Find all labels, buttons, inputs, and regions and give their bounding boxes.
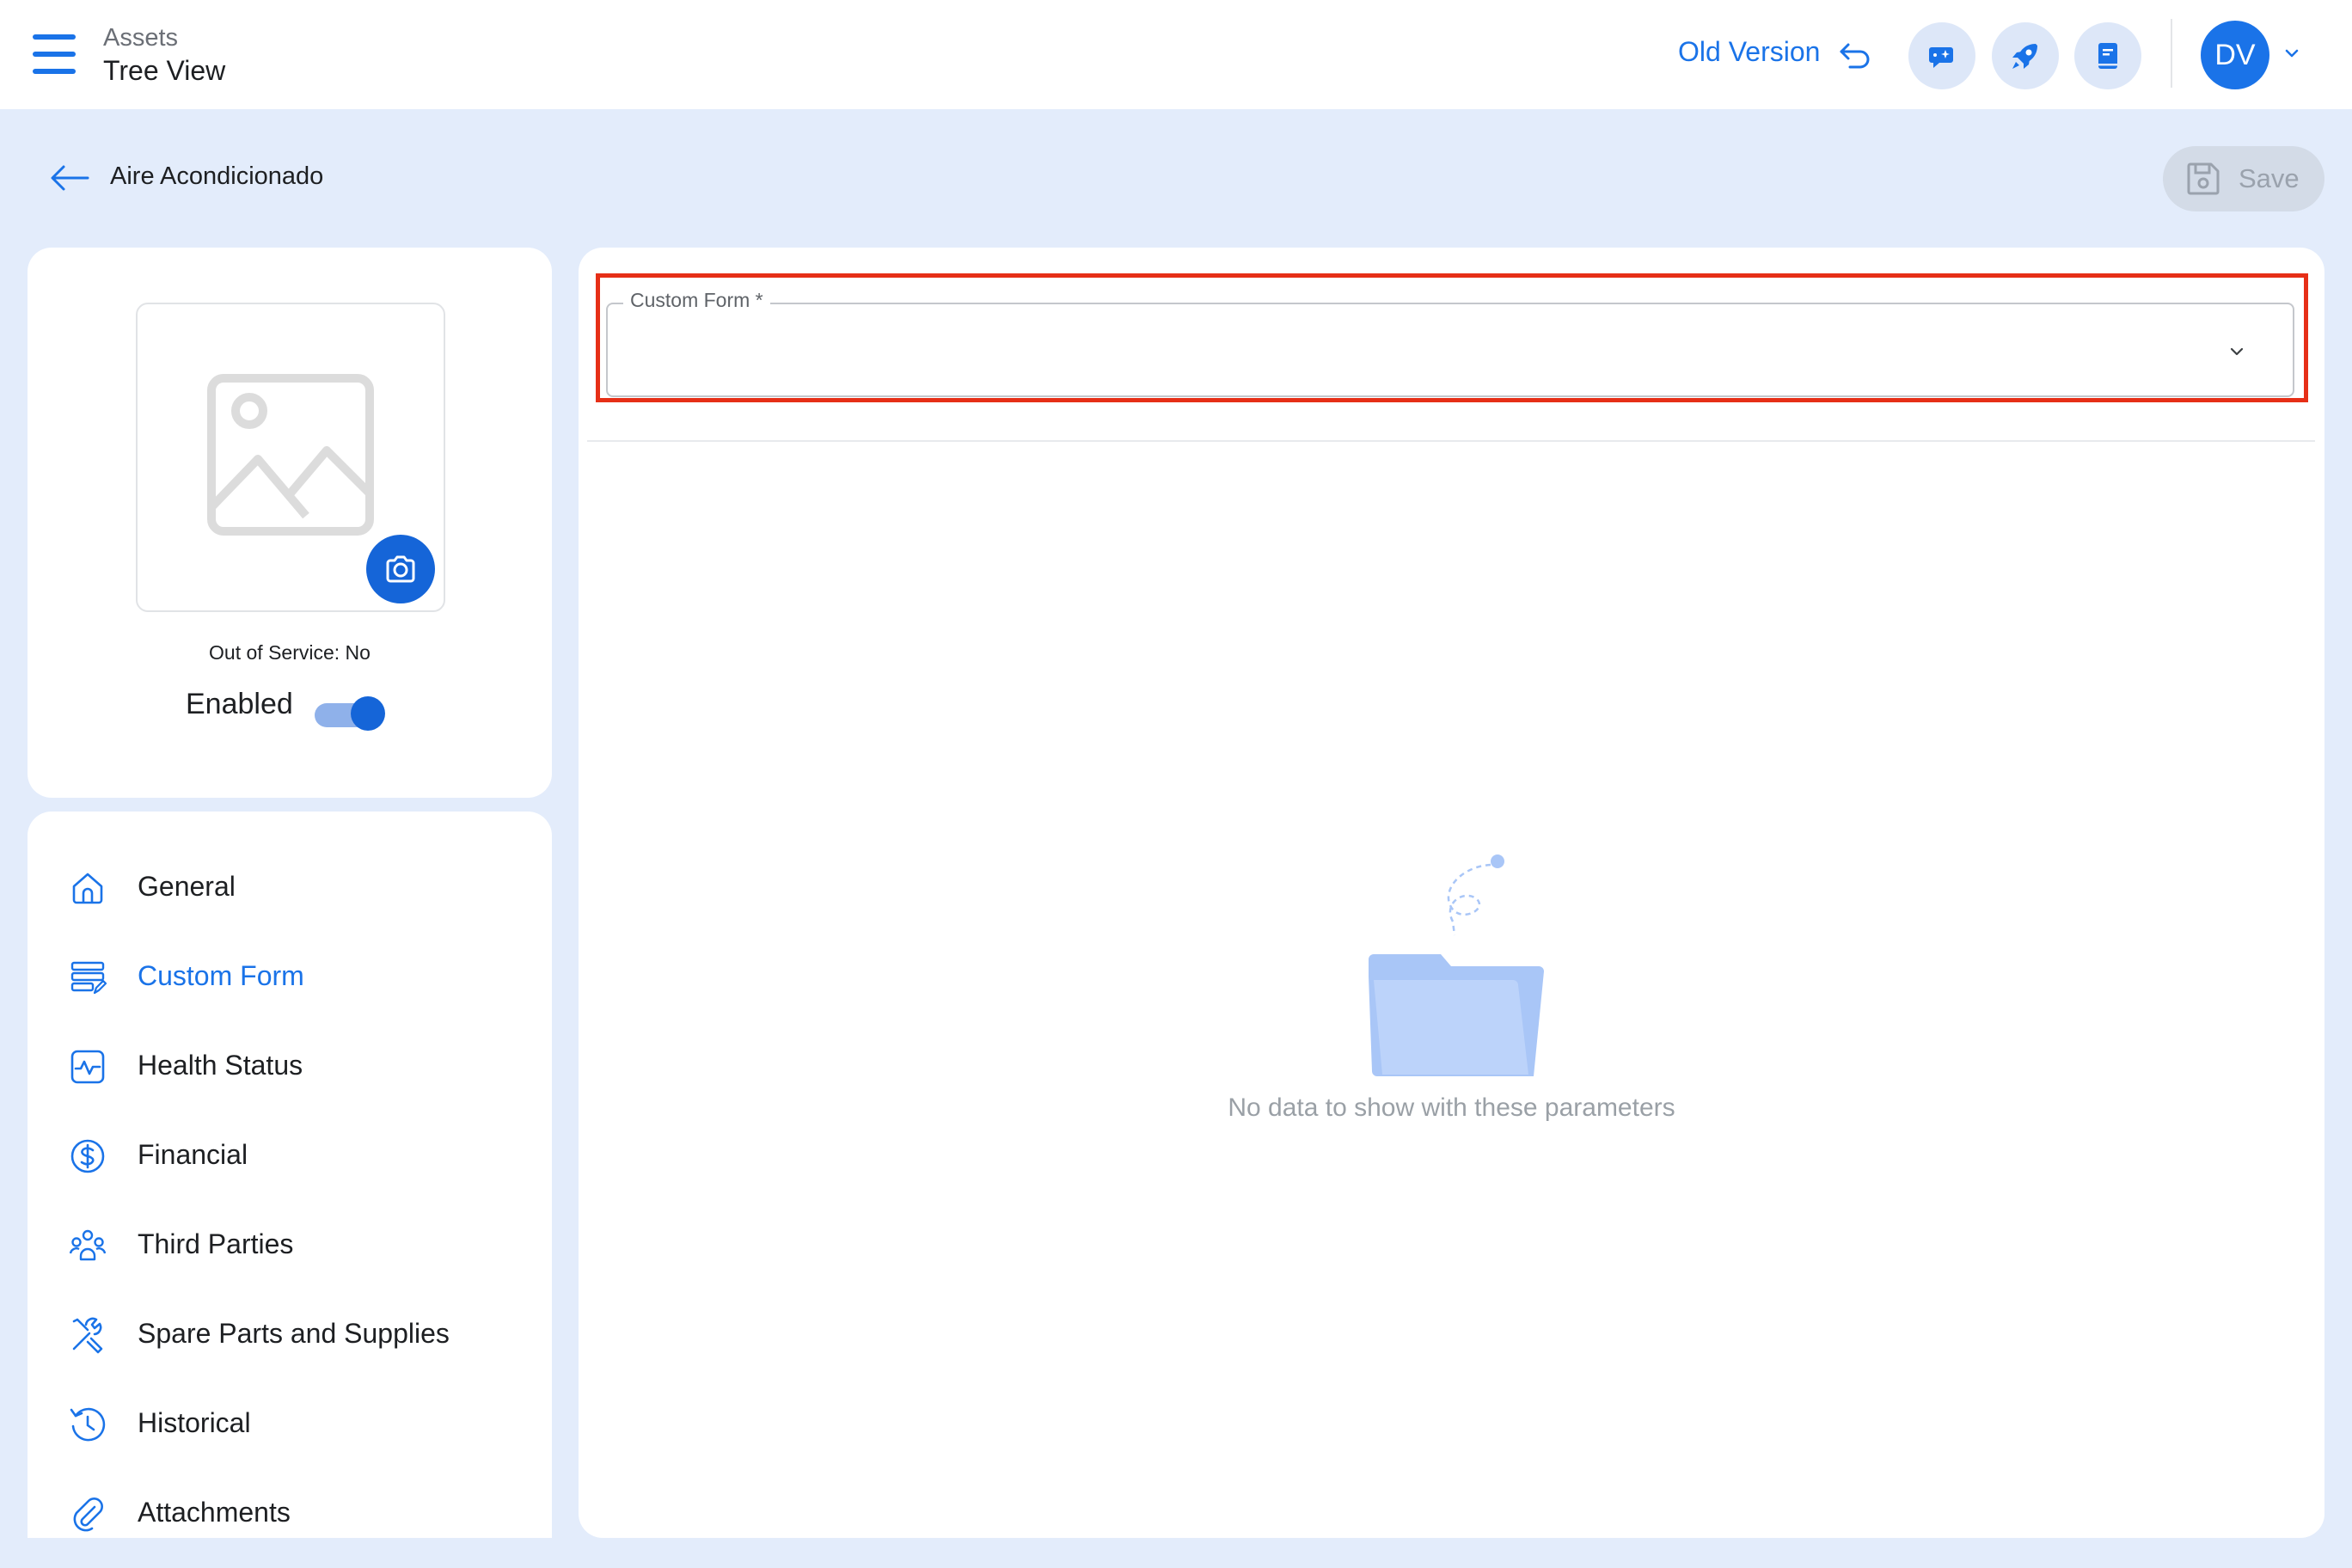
nav-item-financial[interactable]: Financial — [28, 1117, 552, 1194]
nav-item-label: General — [138, 871, 236, 902]
book-button[interactable] — [2074, 22, 2141, 89]
nav-item-label: Spare Parts and Supplies — [138, 1318, 450, 1349]
chevron-down-icon[interactable] — [2282, 43, 2302, 64]
nav-item-general[interactable]: General — [28, 848, 552, 926]
form-icon — [70, 961, 107, 995]
custom-form-label: Custom Form * — [623, 289, 770, 312]
nav-item-label: Health Status — [138, 1050, 303, 1081]
header-divider — [2171, 19, 2172, 88]
nav-item-custom-form[interactable]: Custom Form — [28, 938, 552, 1015]
top-bar: Assets Tree View Old Version DV — [0, 0, 2352, 109]
save-label: Save — [2239, 163, 2300, 193]
history-icon — [70, 1407, 106, 1442]
book-icon — [2098, 43, 2117, 69]
nav-item-spare-parts[interactable]: Spare Parts and Supplies — [28, 1295, 552, 1373]
breadcrumb-parent[interactable]: Assets — [103, 24, 178, 52]
nav-item-label: Custom Form — [138, 960, 304, 991]
image-placeholder-icon — [207, 374, 374, 536]
nav-item-third-parties[interactable]: Third Parties — [28, 1206, 552, 1283]
enabled-label: Enabled — [186, 688, 293, 720]
rocket-button[interactable] — [1992, 22, 2059, 89]
nav-item-label: Financial — [138, 1139, 248, 1170]
people-icon — [69, 1229, 107, 1261]
nav-item-health-status[interactable]: Health Status — [28, 1027, 552, 1105]
undo-icon[interactable] — [1838, 38, 1872, 72]
empty-state-message: No data to show with these parameters — [1228, 1093, 1675, 1122]
chat-sparkle-icon — [1929, 47, 1953, 68]
asset-photo-card: Out of Service: No Enabled — [28, 248, 552, 798]
back-arrow-icon[interactable] — [50, 163, 89, 193]
asset-title: Aire Acondicionado — [110, 162, 324, 190]
asset-sections-nav: General Custom Form Health Status Financ… — [28, 812, 552, 1538]
nav-item-historical[interactable]: Historical — [28, 1385, 552, 1462]
nav-item-label: Historical — [138, 1407, 251, 1438]
breadcrumb-current: Tree View — [103, 55, 226, 86]
custom-form-select[interactable] — [606, 303, 2294, 397]
empty-folder-icon — [1369, 854, 1544, 1076]
nav-item-attachments[interactable]: Attachments — [28, 1474, 552, 1552]
custom-form-panel: Custom Form * No data to show with these… — [579, 248, 2324, 1538]
menu-icon[interactable] — [33, 34, 76, 74]
nav-item-label: Attachments — [138, 1497, 291, 1528]
rocket-icon — [2012, 44, 2037, 69]
divider — [587, 440, 2315, 442]
camera-icon — [386, 555, 415, 583]
pulse-icon — [70, 1050, 105, 1084]
paperclip-icon — [73, 1498, 103, 1532]
chevron-down-icon[interactable] — [2226, 340, 2248, 363]
dollar-icon — [70, 1139, 105, 1173]
nav-item-label: Third Parties — [138, 1228, 294, 1259]
out-of-service-status: Out of Service: No — [209, 641, 371, 664]
avatar[interactable]: DV — [2201, 21, 2269, 89]
home-icon — [72, 873, 103, 904]
camera-button[interactable] — [366, 535, 435, 603]
save-button[interactable]: Save — [2163, 146, 2324, 211]
tools-icon — [72, 1317, 103, 1354]
save-icon — [2187, 162, 2220, 195]
chat-sparkle-button[interactable] — [1908, 22, 1975, 89]
old-version-link[interactable]: Old Version — [1678, 36, 1820, 68]
enabled-toggle[interactable] — [315, 695, 385, 732]
